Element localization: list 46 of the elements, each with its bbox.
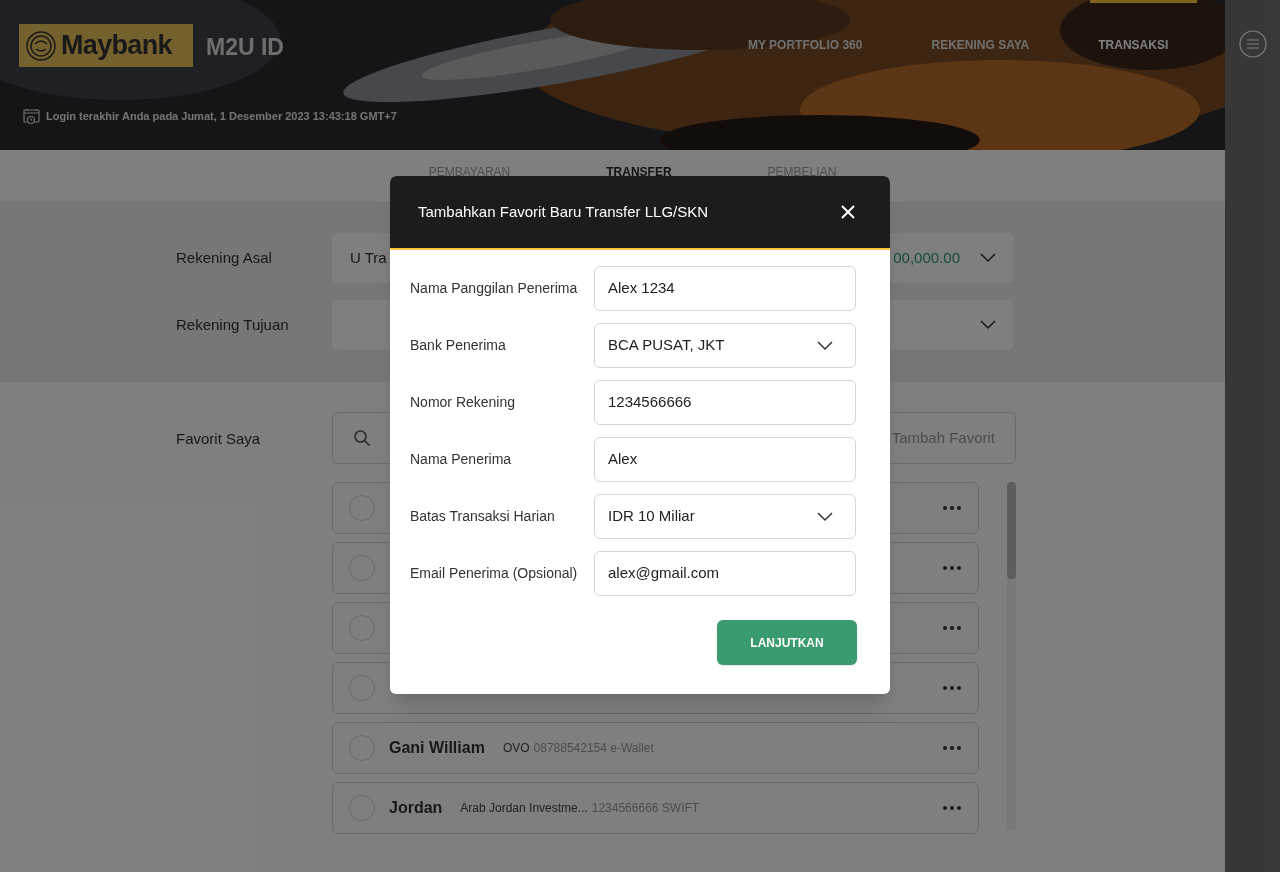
account-balance: 00,000.00: [893, 247, 960, 268]
chevron-down-icon: [817, 511, 833, 522]
section-label: Favorit Saya: [176, 429, 262, 449]
input-field[interactable]: alex@gmail.com: [594, 551, 856, 596]
nav-link[interactable]: TRANSAKSI: [1098, 36, 1169, 54]
bank-name: OVO: [502, 740, 530, 757]
dropdown[interactable]: BCA PUSAT, JKT: [594, 323, 856, 368]
more-icon[interactable]: [942, 745, 962, 751]
nav-link[interactable]: REKENING SAYA: [931, 36, 1030, 54]
input-field[interactable]: Alex 1234: [594, 266, 856, 311]
field-label: Nama Panggilan Penerima: [410, 279, 579, 298]
input-field[interactable]: Alex: [594, 437, 856, 482]
more-icon[interactable]: [942, 565, 962, 571]
more-icon[interactable]: [942, 685, 962, 691]
more-icon[interactable]: [942, 805, 962, 811]
tab[interactable]: TRANSFER: [606, 162, 672, 182]
favorite-name: Jordan: [389, 798, 443, 818]
scrollbar-thumb[interactable]: [1007, 482, 1016, 579]
field-label: Nomor Rekening: [410, 393, 517, 412]
favorite-name: Gani William: [389, 738, 485, 758]
account-name: U Tra: [350, 247, 387, 268]
product-name: M2U ID: [206, 33, 284, 62]
bank-name: Arab Jordan Investme...: [460, 800, 588, 817]
chevron-down-icon: [980, 253, 996, 263]
nav-link[interactable]: MY PORTFOLIO 360: [748, 36, 863, 54]
dialog-title: Tambahkan Favorit Baru Transfer LLG/SKN: [418, 201, 709, 222]
input-field[interactable]: 1234566666: [594, 380, 856, 425]
more-icon[interactable]: [942, 625, 962, 631]
field-label: Bank Penerima: [410, 336, 507, 355]
more-icon[interactable]: [942, 505, 962, 511]
close-button[interactable]: [840, 203, 858, 221]
close-icon: [840, 204, 856, 220]
field-label: Rekening Asal: [176, 247, 273, 268]
search-icon: [353, 429, 371, 447]
calendar-clock-icon: [23, 108, 40, 125]
dropdown[interactable]: IDR 10 Miliar: [594, 494, 856, 539]
brand-name: Maybank: [61, 29, 172, 63]
menu-icon[interactable]: [1238, 30, 1267, 58]
chevron-down-icon: [817, 340, 833, 351]
field-label: Batas Transaksi Harian: [410, 507, 556, 526]
field-label: Nama Penerima: [410, 450, 513, 469]
field-label: Email Penerima (Opsional): [410, 564, 579, 583]
field-label: Rekening Tujuan: [176, 314, 290, 335]
last-login-text: Login terakhir Anda pada Jumat, 1 Desember 2023 13:43:18 GMT+7: [46, 109, 397, 125]
continue-button[interactable]: LANJUTKAN: [717, 620, 857, 665]
chevron-down-icon: [980, 320, 996, 330]
